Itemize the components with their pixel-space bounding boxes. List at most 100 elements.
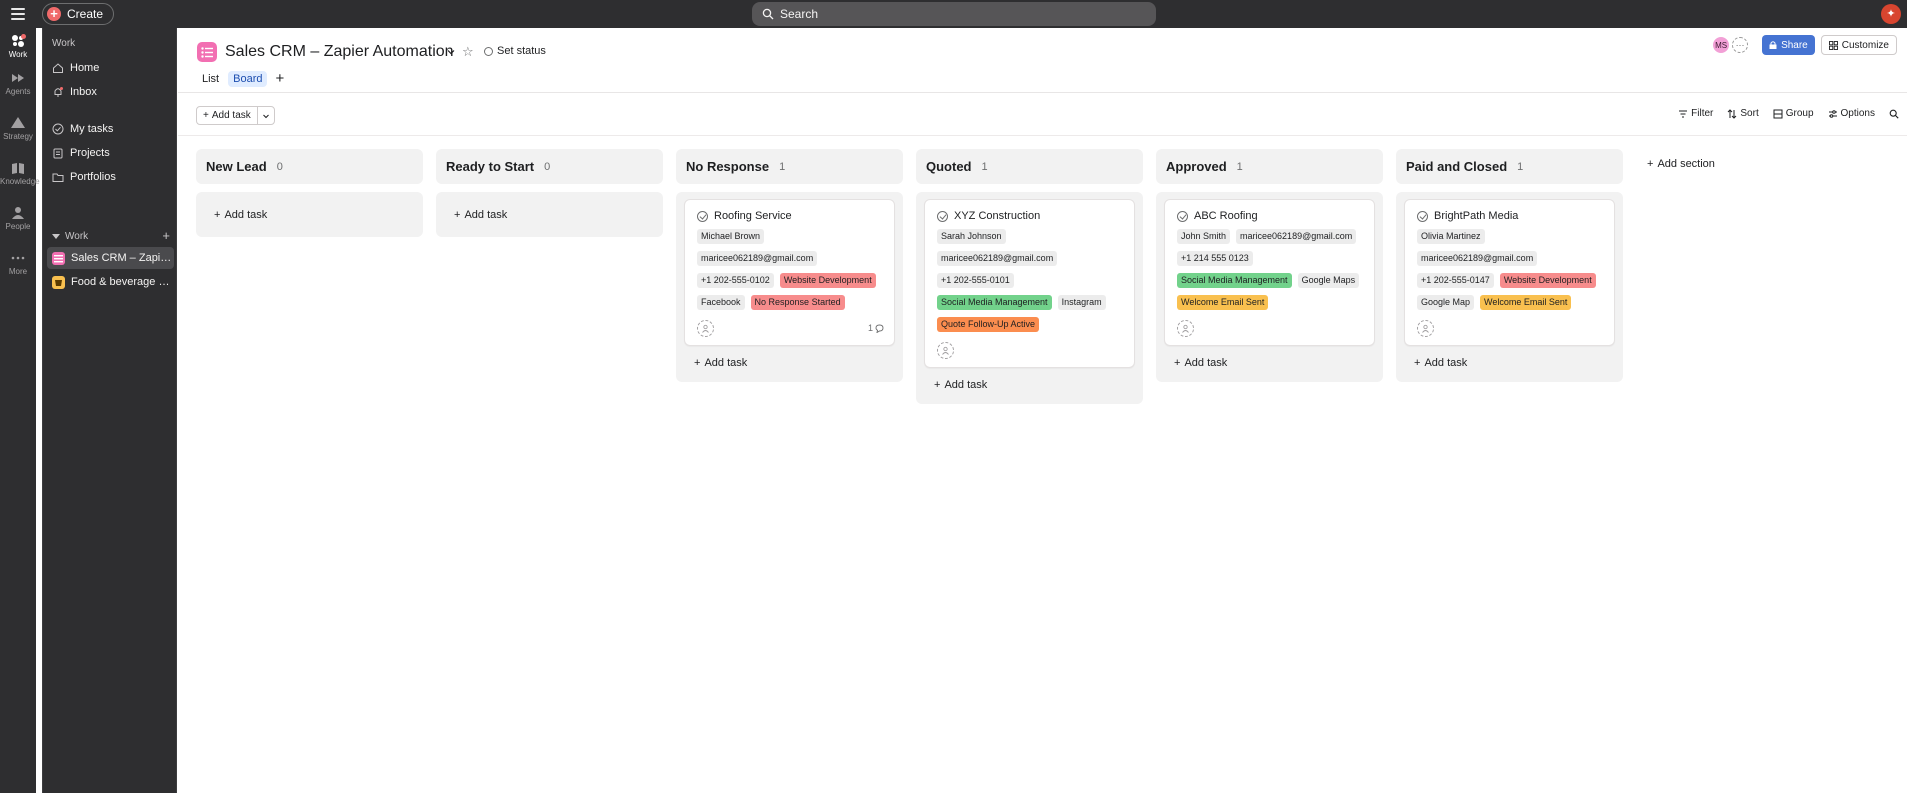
- task-card[interactable]: BrightPath Media Olivia Martinez maricee…: [1404, 199, 1615, 346]
- add-project-icon[interactable]: +: [162, 228, 170, 243]
- add-task-main[interactable]: + Add task: [197, 107, 258, 124]
- field-chip: +1 202-555-0147: [1417, 273, 1494, 288]
- board-search-button[interactable]: [1889, 109, 1899, 119]
- options-label: Options: [1840, 108, 1875, 119]
- rail-item-work[interactable]: Work: [0, 34, 36, 59]
- chevron-down-icon[interactable]: [446, 47, 456, 57]
- column-count: 1: [1236, 160, 1243, 173]
- board-column: Approved 1 ABC Roofing John Smith marice…: [1156, 149, 1383, 382]
- project-list-icon[interactable]: [197, 42, 217, 62]
- sidebar-item-my-tasks[interactable]: My tasks: [47, 118, 174, 140]
- field-chip: maricee062189@gmail.com: [1417, 251, 1538, 266]
- column-title: Quoted: [926, 159, 972, 174]
- assignee-placeholder-icon[interactable]: [1417, 319, 1434, 337]
- strategy-icon: [11, 117, 25, 128]
- rail-label: Agents: [5, 87, 31, 96]
- home-icon: [53, 63, 63, 73]
- avatar[interactable]: MS: [1712, 36, 1731, 54]
- list-icon: [52, 251, 65, 265]
- add-task-button[interactable]: + Add task: [196, 106, 275, 125]
- sidebar-item-label: Sales CRM – Zapier Automation: [71, 252, 174, 264]
- board-column: No Response 1 Roofing Service Michael Br…: [676, 149, 903, 382]
- complete-check-icon[interactable]: [1417, 210, 1428, 222]
- share-button[interactable]: Share: [1762, 35, 1815, 55]
- column-add-task[interactable]: + Add task: [1164, 346, 1375, 380]
- task-card[interactable]: Roofing Service Michael Brown maricee062…: [684, 199, 895, 346]
- column-add-task[interactable]: + Add task: [436, 192, 663, 237]
- column-count: 1: [779, 160, 786, 173]
- column-header[interactable]: New Lead 0: [196, 149, 423, 184]
- task-card[interactable]: ABC Roofing John Smith maricee062189@gma…: [1164, 199, 1375, 346]
- assignee-placeholder-icon[interactable]: [937, 341, 954, 359]
- add-tab-icon[interactable]: +: [275, 70, 284, 87]
- rail-item-agents[interactable]: Agents: [0, 71, 36, 96]
- view-toolbar: Filter Sort Group Options: [1678, 108, 1899, 119]
- column-body: ABC Roofing John Smith maricee062189@gma…: [1156, 192, 1383, 382]
- sidebar-project-sales-crm[interactable]: Sales CRM – Zapier Automation: [47, 247, 174, 269]
- tab-board[interactable]: Board: [228, 70, 268, 87]
- column-header[interactable]: Quoted 1: [916, 149, 1143, 184]
- column-body: + Add task: [436, 192, 663, 237]
- column-add-task[interactable]: + Add task: [684, 346, 895, 380]
- header-divider: [178, 92, 1907, 93]
- column-title: No Response: [686, 159, 770, 174]
- add-task-label: Add task: [944, 379, 988, 391]
- column-add-task[interactable]: + Add task: [1404, 346, 1615, 380]
- customize-button[interactable]: Customize: [1820, 35, 1897, 55]
- menu-icon[interactable]: [10, 6, 26, 22]
- share-label: Share: [1781, 39, 1808, 51]
- board-column: New Lead 0 + Add task: [196, 149, 423, 237]
- add-section-button[interactable]: + Add section: [1647, 158, 1715, 170]
- sidebar-work-section[interactable]: Work +: [52, 228, 170, 244]
- knowledge-icon: [12, 163, 24, 174]
- rail-item-more[interactable]: More: [0, 251, 36, 276]
- sidebar-item-projects[interactable]: Projects: [47, 142, 174, 164]
- options-icon: [1828, 109, 1837, 118]
- group-button[interactable]: Group: [1773, 108, 1814, 119]
- task-card[interactable]: XYZ Construction Sarah Johnson maricee06…: [924, 199, 1135, 368]
- column-body: Roofing Service Michael Brown maricee062…: [676, 192, 903, 382]
- column-header[interactable]: Ready to Start 0: [436, 149, 663, 184]
- card-title: BrightPath Media: [1434, 210, 1519, 222]
- search-input[interactable]: Search: [752, 2, 1156, 26]
- assignee-placeholder-icon[interactable]: [697, 319, 714, 337]
- sort-button[interactable]: Sort: [1727, 108, 1759, 119]
- column-add-task[interactable]: + Add task: [924, 368, 1135, 402]
- options-button[interactable]: Options: [1828, 108, 1875, 119]
- column-header[interactable]: No Response 1: [676, 149, 903, 184]
- sidebar-item-inbox[interactable]: Inbox: [47, 81, 174, 103]
- complete-check-icon[interactable]: [1177, 210, 1188, 222]
- complete-check-icon[interactable]: [937, 210, 948, 222]
- column-body: XYZ Construction Sarah Johnson maricee06…: [916, 192, 1143, 404]
- add-task-label: Add task: [1184, 357, 1228, 369]
- filter-button[interactable]: Filter: [1678, 108, 1713, 119]
- rail-item-strategy[interactable]: Strategy: [0, 116, 36, 141]
- add-task-label: Add task: [211, 110, 251, 121]
- set-status-label: Set status: [497, 45, 546, 57]
- page-title[interactable]: Sales CRM – Zapier Automation: [225, 43, 454, 61]
- ai-sparkle-icon[interactable]: ✦: [1881, 4, 1901, 24]
- field-chip: Social Media Management: [937, 295, 1052, 310]
- column-add-task[interactable]: + Add task: [196, 192, 423, 237]
- sidebar-project-food-beverage[interactable]: Food & beverage business: [47, 271, 174, 293]
- column-title: Ready to Start: [446, 159, 535, 174]
- sidebar: Work Home Inbox My tasks Projects Portfo…: [42, 28, 177, 793]
- star-icon[interactable]: ☆: [462, 44, 474, 60]
- create-button[interactable]: + Create: [42, 3, 115, 25]
- card-footer: [1177, 319, 1364, 337]
- add-task-dropdown[interactable]: [258, 107, 274, 124]
- tab-list[interactable]: List: [197, 71, 224, 87]
- sidebar-item-portfolios[interactable]: Portfolios: [47, 166, 174, 188]
- comment-count[interactable]: 1: [868, 323, 884, 333]
- sidebar-item-home[interactable]: Home: [47, 57, 174, 79]
- more-members-icon[interactable]: ···: [1732, 37, 1749, 53]
- assignee-placeholder-icon[interactable]: [1177, 319, 1194, 337]
- rail-item-knowledge[interactable]: Knowledge: [0, 161, 40, 186]
- column-header[interactable]: Approved 1: [1156, 149, 1383, 184]
- plus-icon: +: [694, 357, 701, 369]
- set-status-button[interactable]: Set status: [484, 45, 546, 57]
- complete-check-icon[interactable]: [697, 210, 708, 222]
- column-title: Paid and Closed: [1406, 159, 1508, 174]
- column-header[interactable]: Paid and Closed 1: [1396, 149, 1623, 184]
- rail-item-people[interactable]: People: [0, 206, 36, 231]
